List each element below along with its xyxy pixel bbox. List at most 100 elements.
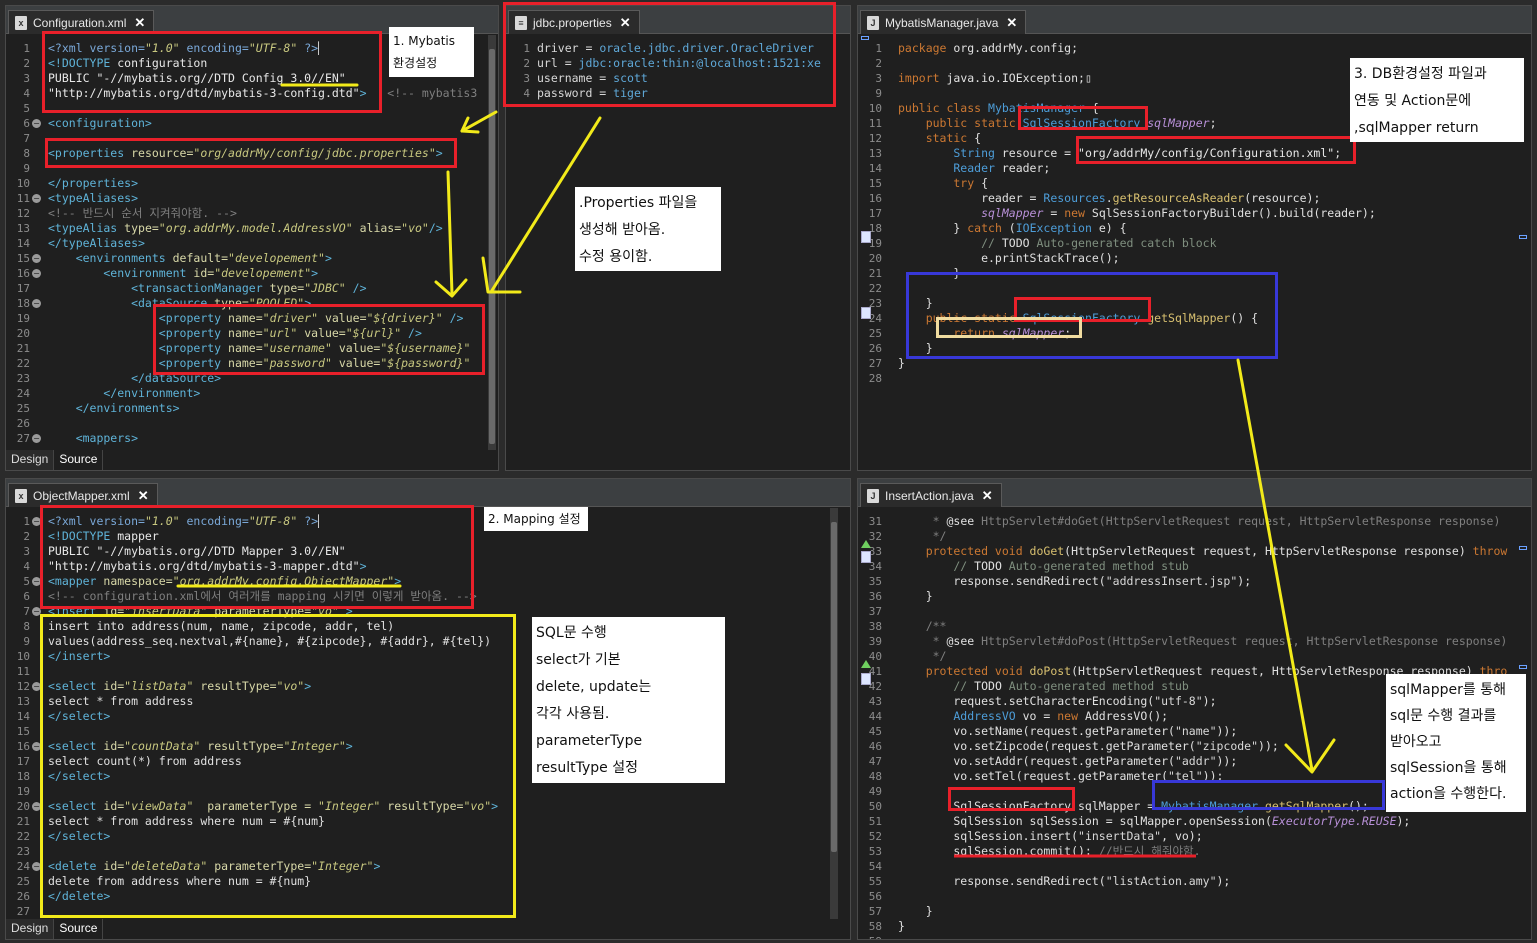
code-line[interactable]: <property name="username" value="${usern… (48, 341, 471, 356)
code-line[interactable]: <configuration> (48, 116, 152, 131)
code-line[interactable]: } (898, 356, 905, 371)
code-line[interactable]: <typeAliases> (48, 191, 138, 206)
code-line[interactable]: <typeAlias type="org.addrMy.model.Addres… (48, 221, 443, 236)
code-line[interactable]: e.printStackTrace(); (898, 251, 1119, 266)
fold-toggle-icon[interactable]: − (32, 517, 41, 526)
code-line[interactable]: <property name="password" value="${passw… (48, 356, 471, 371)
code-line[interactable]: <select id="countData" resultType="Integ… (48, 739, 353, 754)
code-line[interactable]: <environments default="developement"> (48, 251, 332, 266)
code-line[interactable]: */ (898, 529, 947, 544)
code-line[interactable]: <!DOCTYPE configuration (48, 56, 207, 71)
design-tab[interactable]: Design (6, 450, 55, 470)
code-line[interactable]: vo.setZipcode(request.getParameter("zipc… (898, 739, 1278, 754)
code-line[interactable]: reader = Resources.getResourceAsReader(r… (898, 191, 1320, 206)
code-line[interactable]: } (898, 341, 933, 356)
code-line[interactable]: values(address_seq.nextval,#{name}, #{zi… (48, 634, 491, 649)
close-icon[interactable]: ✕ (1006, 15, 1017, 31)
code-line[interactable]: <properties resource="org/addrMy/config/… (48, 146, 443, 161)
code-line[interactable]: /** (898, 619, 947, 634)
code-line[interactable]: select * from address (48, 694, 193, 709)
code-line[interactable]: </delete> (48, 889, 110, 904)
fold-toggle-icon[interactable]: − (32, 607, 41, 616)
code-line[interactable]: vo.setName(request.getParameter("name"))… (898, 724, 1237, 739)
code-line[interactable]: <dataSource type="POOLED"> (48, 296, 311, 311)
source-tab[interactable]: Source (54, 919, 104, 939)
code-line[interactable]: request.setCharacterEncoding("utf-8"); (898, 694, 1216, 709)
code-line[interactable]: <select id="viewData" parameterType = "I… (48, 799, 498, 814)
tab-mybatis-manager-java[interactable]: J MybatisManager.java ✕ (860, 10, 1027, 34)
tab-object-mapper-xml[interactable]: x ObjectMapper.xml ✕ (8, 483, 158, 507)
fold-toggle-icon[interactable]: − (32, 254, 41, 263)
code-line[interactable]: vo.setTel(request.getParameter("tel")); (898, 769, 1223, 784)
code-line[interactable]: <property name="url" value="${url}" /> (48, 326, 422, 341)
code-line[interactable]: "http://mybatis.org/dtd/mybatis-3-config… (48, 86, 477, 101)
code-line[interactable]: AddressVO vo = new AddressVO(); (898, 709, 1168, 724)
code-line[interactable]: // TODO Auto-generated method stub (898, 679, 1188, 694)
fold-toggle-icon[interactable]: − (32, 194, 41, 203)
code-area[interactable]: <?xml version="1.0" encoding="UTF-8" ?>▏… (48, 508, 850, 919)
close-icon[interactable]: ✕ (138, 488, 149, 504)
code-line[interactable]: </properties> (48, 176, 138, 191)
close-icon[interactable]: ✕ (134, 15, 145, 31)
code-line[interactable]: <transactionManager type="JDBC" /> (48, 281, 366, 296)
code-line[interactable]: <!DOCTYPE mapper (48, 529, 159, 544)
fold-toggle-icon[interactable]: − (32, 862, 41, 871)
code-line[interactable]: response.sendRedirect("listAction.amy"); (898, 874, 1230, 889)
code-line[interactable]: vo.setAddr(request.getParameter("addr"))… (898, 754, 1237, 769)
code-line[interactable]: import java.io.IOException;▯ (898, 71, 1092, 86)
code-line[interactable]: String resource = "org/addrMy/config/Con… (898, 146, 1341, 161)
fold-toggle-icon[interactable]: − (32, 577, 41, 586)
code-line[interactable]: <delete id="deleteData" parameterType="I… (48, 859, 380, 874)
quickfix-marker-icon[interactable] (861, 551, 871, 563)
code-line[interactable]: select * from address where num = #{num} (48, 814, 325, 829)
code-line[interactable]: } (898, 919, 905, 934)
code-line[interactable]: } (898, 589, 933, 604)
code-line[interactable]: * @see HttpServlet#doGet(HttpServletRequ… (898, 514, 1501, 529)
tab-jdbc-properties[interactable]: ≡ jdbc.properties ✕ (508, 10, 640, 34)
quickfix-marker-icon[interactable] (861, 231, 871, 243)
fold-toggle-icon[interactable]: − (32, 299, 41, 308)
config-editor[interactable]: 1 2 3 4 5 6−7 8 9 10 11−12 13 14 15−16−17 18−19 20 21 22… (6, 35, 498, 450)
code-line[interactable]: "http://mybatis.org/dtd/mybatis-3-mapper… (48, 559, 367, 574)
code-line[interactable]: try { (898, 176, 988, 191)
code-line[interactable]: delete from address where num = #{num} (48, 874, 311, 889)
code-line[interactable]: } (898, 904, 933, 919)
code-line[interactable]: select count(*) from address (48, 754, 242, 769)
design-tab[interactable]: Design (6, 919, 55, 939)
close-icon[interactable]: ✕ (982, 488, 993, 504)
code-line[interactable]: SqlSessionFactory sqlMapper = MybatisMan… (898, 799, 1368, 814)
fold-toggle-icon[interactable]: − (32, 682, 41, 691)
code-line[interactable]: Reader reader; (898, 161, 1050, 176)
code-line[interactable]: <environment id="developement"> (48, 266, 318, 281)
code-line[interactable]: <mappers> (48, 431, 138, 446)
code-line[interactable]: </select> (48, 769, 110, 784)
code-line[interactable]: sqlSession.commit(); //반드시 해줘야함. (898, 844, 1200, 859)
code-line[interactable]: insert into address(num, name, zipcode, … (48, 619, 394, 634)
fold-toggle-icon[interactable]: − (32, 742, 41, 751)
code-line[interactable]: </insert> (48, 649, 110, 664)
code-line[interactable]: // TODO Auto-generated method stub (898, 559, 1188, 574)
code-line[interactable]: response.sendRedirect("addressInsert.jsp… (898, 574, 1251, 589)
source-tab[interactable]: Source (54, 450, 104, 470)
code-line[interactable]: return sqlMapper; (898, 326, 1071, 341)
tab-configuration-xml[interactable]: x Configuration.xml ✕ (8, 10, 155, 34)
code-line[interactable]: url = jdbc:oracle:thin:@localhost:1521:x… (537, 56, 821, 71)
code-line[interactable]: * @see HttpServlet#doPost(HttpServletReq… (898, 634, 1508, 649)
fold-toggle-icon[interactable]: − (32, 119, 41, 128)
code-line[interactable]: */ (898, 649, 947, 664)
tab-insert-action-java[interactable]: J InsertAction.java ✕ (860, 483, 1002, 507)
code-line[interactable]: public class MybatisManager { (898, 101, 1099, 116)
quickfix-marker-icon[interactable] (861, 673, 871, 685)
code-line[interactable]: // TODO Auto-generated catch block (898, 236, 1216, 251)
fold-toggle-icon[interactable]: − (32, 434, 41, 443)
code-line[interactable]: driver = oracle.jdbc.driver.OracleDriver (537, 41, 814, 56)
code-line[interactable]: </select> (48, 709, 110, 724)
code-line[interactable]: </environments> (48, 401, 180, 416)
code-line[interactable]: <select id="listData" resultType="vo"> (48, 679, 311, 694)
code-line[interactable]: <property name="driver" value="${driver}… (48, 311, 464, 326)
code-line[interactable]: </select> (48, 829, 110, 844)
code-line[interactable]: </environment> (48, 386, 200, 401)
code-line[interactable]: <!-- 반드시 순서 지켜줘야함. --> (48, 206, 237, 221)
code-line[interactable]: sqlMapper = new SqlSessionFactoryBuilder… (898, 206, 1376, 221)
code-line[interactable]: package org.addrMy.config; (898, 41, 1078, 56)
